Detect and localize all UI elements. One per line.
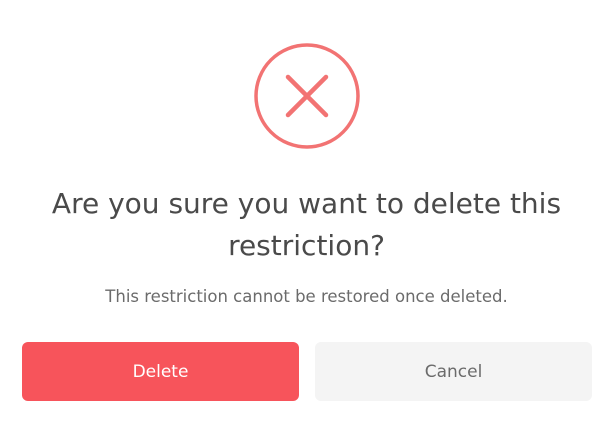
delete-confirmation-dialog: Are you sure you want to delete this res… — [0, 0, 613, 429]
dialog-title: Are you sure you want to delete this res… — [51, 187, 562, 262]
delete-button[interactable]: Delete — [22, 342, 299, 401]
cancel-button[interactable]: Cancel — [315, 342, 592, 401]
close-circle-icon — [253, 42, 361, 150]
dialog-message: This restriction cannot be restored once… — [105, 287, 508, 306]
